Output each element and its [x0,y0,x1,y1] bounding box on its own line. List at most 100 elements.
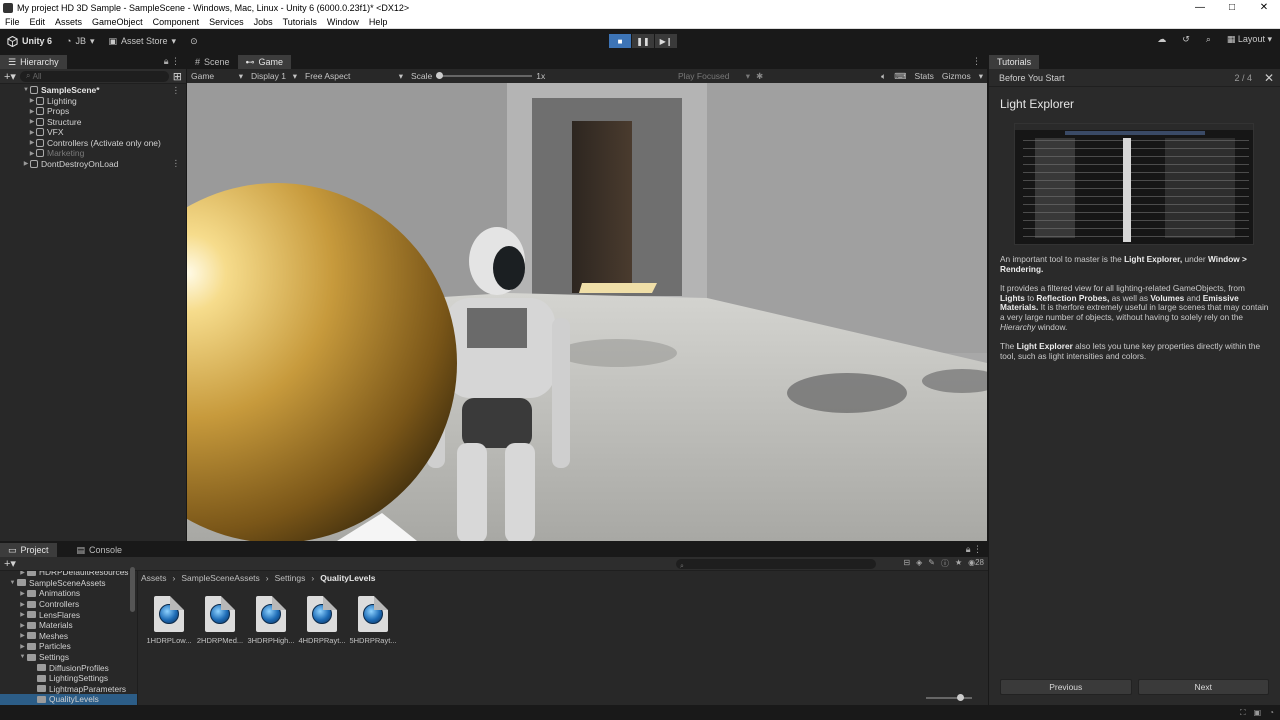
asset-store-dropdown[interactable]: ▣ Asset Store ▾ [102,36,184,47]
play-button[interactable]: ■ [609,34,631,48]
more-options-icon[interactable]: ⋮ [172,85,181,96]
breadcrumb-qualitylevels[interactable]: QualityLevels [320,573,375,583]
folder-item[interactable]: QualityLevels [0,694,137,705]
collapse-arrow-icon[interactable]: ▶ [28,108,36,115]
tab-scene[interactable]: # Scene [187,55,238,69]
tab-project[interactable]: ▭ Project [0,543,57,557]
collapse-arrow-icon[interactable]: ▶ [18,611,27,618]
project-search-input[interactable]: ⌕ [676,559,876,570]
tab-hierarchy[interactable]: ☰ Hierarchy [0,55,67,69]
expand-arrow-icon[interactable]: ▼ [18,654,27,660]
menu-tutorials[interactable]: Tutorials [278,17,322,27]
hierarchy-search-input[interactable]: ⌕ All [19,70,169,82]
menu-jobs[interactable]: Jobs [249,17,278,27]
unity-hub-button[interactable]: Unity 6 [0,35,59,47]
menu-help[interactable]: Help [364,17,393,27]
folder-item[interactable]: ▼ SampleSceneAssets [0,578,137,589]
tab-tutorials[interactable]: Tutorials [989,55,1040,69]
collapse-arrow-icon[interactable]: ▶ [28,97,36,104]
folder-item[interactable]: ▶ Animations [0,588,137,599]
scale-track[interactable] [436,72,533,79]
close-icon[interactable]: ✕ [1264,71,1274,85]
asset-tile[interactable]: 3HDRPHigh... [247,596,295,645]
collapse-arrow-icon[interactable]: ▶ [18,590,27,597]
account-dropdown[interactable]: ◔ JB ▾ [59,36,101,47]
breadcrumb-assets[interactable]: Assets [141,573,167,583]
collapse-arrow-icon[interactable]: ▶ [18,643,27,650]
folder-tree-scrollbar[interactable] [130,567,135,612]
asset-tile[interactable]: 2HDRPMed... [197,596,243,645]
filter-icon[interactable]: ⊞ [173,70,182,83]
collapse-arrow-icon[interactable]: ▶ [18,632,27,639]
scale-slider[interactable]: Scale 1x [407,71,552,81]
progress-icon[interactable]: ◔ [1269,708,1274,718]
lock-icon[interactable]: 🔒︎ ⋮ [164,56,180,67]
collapse-arrow-icon[interactable]: ▶ [18,601,27,608]
menu-edit[interactable]: Edit [25,17,51,27]
hierarchy-item[interactable]: ▶ Controllers (Activate only one) [0,138,186,149]
console-status-icon[interactable]: ▣ [1254,708,1262,718]
cloud-icon[interactable]: ☁ [1157,34,1166,45]
gizmos-dropdown[interactable]: Gizmos [942,71,971,81]
hierarchy-item[interactable]: ▶ DontDestroyOnLoad ⋮ [0,158,186,170]
folder-item[interactable]: ▶ Particles [0,641,137,652]
filter-label-icon[interactable]: ◈ [916,558,922,569]
folder-item[interactable]: LightmapParameters [0,684,137,695]
icon-size-slider[interactable] [926,694,972,701]
more-options-icon[interactable]: ⋮ [172,158,181,169]
history-icon[interactable]: ↺ [1182,34,1190,45]
folder-item[interactable]: ▶ HDRPDefaultResources [0,571,137,578]
asset-tile[interactable]: 4HDRPRayt... [298,596,346,645]
folder-item[interactable]: ▶ Meshes [0,631,137,642]
layout-dropdown[interactable]: ▦ Layout ▾ [1227,34,1272,45]
collapse-arrow-icon[interactable]: ▶ [28,129,36,136]
lock-icon[interactable]: 🔒︎ ⋮ [966,544,982,555]
menu-window[interactable]: Window [322,17,364,27]
menu-services[interactable]: Services [204,17,249,27]
more-options-icon[interactable]: ⋮ [972,56,981,67]
next-button[interactable]: Next [1137,679,1269,695]
hierarchy-item[interactable]: ▶ Props [0,106,186,117]
folder-item[interactable]: ▶ Materials [0,620,137,631]
aspect-dropdown[interactable]: Free Aspect ▾ [301,71,407,82]
network-icon[interactable]: ⛶ [1240,708,1246,718]
folder-item[interactable]: ▼ Settings [0,652,137,663]
hierarchy-item[interactable]: ▶ Structure [0,117,186,128]
star-icon[interactable]: ★ [955,558,962,569]
folder-item[interactable]: DiffusionProfiles [0,662,137,673]
audio-mute-icon[interactable]: 🔈︎ [881,71,886,82]
minimize-button[interactable]: — [1184,2,1216,13]
menu-gameobject[interactable]: GameObject [87,17,148,27]
add-icon[interactable]: +▾ [4,557,16,570]
play-focused-dropdown[interactable]: Play Focused ▾ [674,71,754,82]
collapse-arrow-icon[interactable]: ▶ [18,622,27,629]
stats-button[interactable]: Stats [915,71,934,81]
filter-type-icon[interactable]: ⊟ [903,558,910,569]
search-icon[interactable]: ⌕ [1206,34,1211,45]
bug-icon[interactable]: ✱ [756,71,763,82]
scale-handle[interactable] [436,72,444,79]
tab-console[interactable]: ▤ Console [69,543,131,557]
tag-icon[interactable]: ✎ [928,558,935,569]
info-icon[interactable]: ⓘ [941,558,949,569]
collapse-arrow-icon[interactable]: ▶ [22,160,30,167]
maximize-button[interactable]: □ [1216,2,1248,13]
collapse-arrow-icon[interactable]: ▶ [28,118,36,125]
expand-arrow-icon[interactable]: ▼ [22,87,30,93]
chevron-down-icon[interactable]: ▾ [979,71,983,82]
folder-item[interactable]: ▶ LensFlares [0,609,137,620]
breadcrumb-samplesceneassets[interactable]: SampleSceneAssets [181,573,259,583]
hierarchy-item[interactable]: ▼ SampleScene* ⋮ [0,85,186,96]
menu-file[interactable]: File [0,17,25,27]
game-viewport[interactable] [187,83,987,541]
collapse-arrow-icon[interactable]: ▶ [28,150,36,157]
shortcuts-icon[interactable]: ⌨ [894,71,906,82]
game-mode-dropdown[interactable]: Game ▾ [187,71,247,82]
hierarchy-item[interactable]: ▶ VFX [0,127,186,138]
expand-arrow-icon[interactable]: ▼ [8,580,17,586]
collapse-arrow-icon[interactable]: ▶ [28,139,36,146]
folder-item[interactable]: LightingSettings [0,673,137,684]
display-dropdown[interactable]: Display 1 ▾ [247,71,301,82]
folder-item[interactable]: ▶ Controllers [0,599,137,610]
hierarchy-item[interactable]: ▶ Marketing [0,148,186,159]
